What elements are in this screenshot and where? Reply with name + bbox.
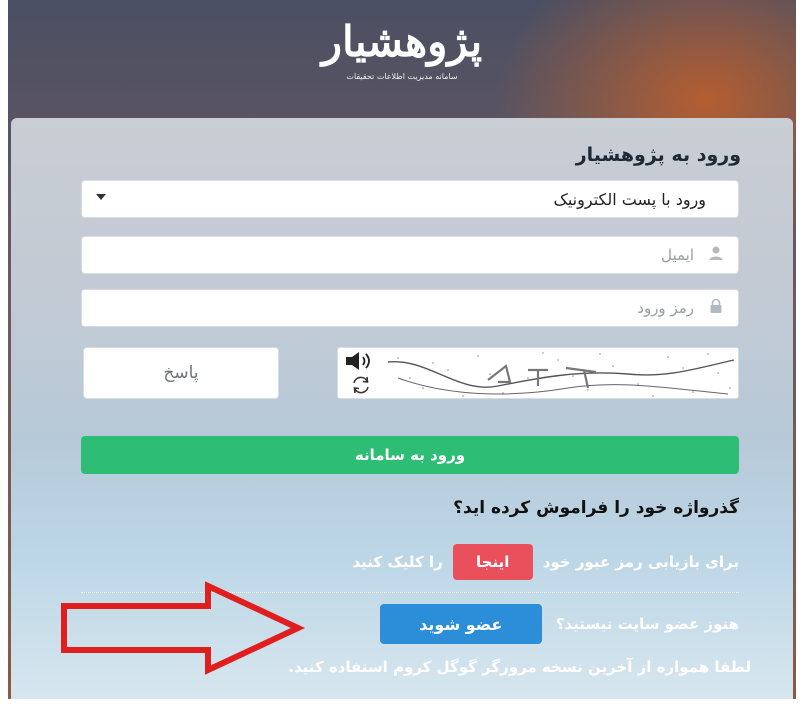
- recovery-suffix-text: را کلیک کنید: [352, 553, 443, 571]
- login-method-select[interactable]: ورود با پست الکترونیک: [81, 180, 739, 218]
- recovery-here-button[interactable]: اینجا: [452, 544, 533, 580]
- page-frame: پژوهشیار سامانه مدیریت اطلاعات تحقیقات و…: [8, 0, 796, 699]
- lock-icon: [694, 298, 738, 318]
- caret-down-icon: [96, 194, 106, 200]
- email-input[interactable]: [82, 237, 694, 273]
- captcha-answer-wrapper: [83, 347, 279, 399]
- panel-title: ورود به پژوهشیار: [575, 144, 741, 166]
- logo-brand-text: پژوهشیار: [321, 17, 484, 66]
- password-input[interactable]: [82, 290, 694, 326]
- captcha-noise-graphic: [387, 352, 735, 397]
- signup-button[interactable]: عضو شوید: [379, 604, 542, 644]
- captcha-row: [81, 347, 739, 399]
- divider: [81, 592, 739, 593]
- header: پژوهشیار سامانه مدیریت اطلاعات تحقیقات: [8, 0, 796, 118]
- user-icon: [694, 245, 738, 265]
- captcha-image: [337, 347, 739, 399]
- signup-line: هنوز عضو سایت نیستید؟ عضو شوید: [379, 602, 739, 646]
- login-button[interactable]: ورود به سامانه: [81, 436, 739, 474]
- login-panel: ورود به پژوهشیار ورود با پست الکترونیک ا…: [11, 118, 793, 699]
- signup-prompt-text: هنوز عضو سایت نیستید؟: [555, 615, 739, 633]
- speaker-icon[interactable]: [344, 350, 380, 372]
- refresh-icon[interactable]: [350, 374, 372, 396]
- recovery-prefix-text: برای بازیابی رمز عبور خود: [542, 553, 739, 571]
- password-recovery-line: برای بازیابی رمز عبور خود اینجا را کلیک …: [353, 542, 739, 582]
- logo-tagline: سامانه مدیریت اطلاعات تحقیقات: [346, 72, 458, 81]
- password-field-wrapper: [81, 289, 739, 327]
- login-method-value: ورود با پست الکترونیک: [553, 189, 706, 209]
- captcha-answer-input[interactable]: [84, 348, 278, 398]
- email-field-wrapper: [81, 236, 739, 274]
- forgot-password-heading: گذرواژه خود را فراموش کرده اید؟: [453, 498, 739, 518]
- site-logo[interactable]: پژوهشیار سامانه مدیریت اطلاعات تحقیقات: [302, 14, 502, 104]
- browser-recommendation-note: لطفا همواره از آخرین نسخه مرورگر گوگل کر…: [288, 658, 751, 676]
